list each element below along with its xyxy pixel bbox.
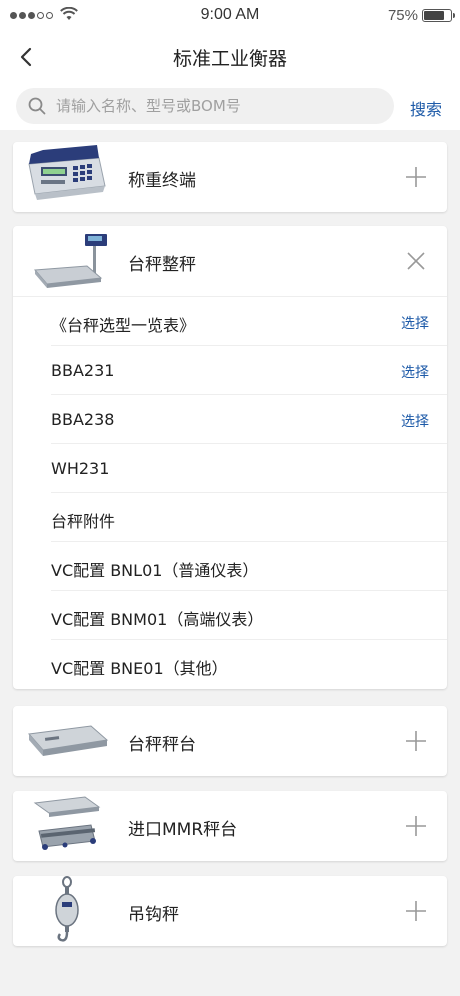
battery-percentage: 75%	[387, 7, 418, 24]
select-link[interactable]: 选择	[401, 411, 429, 431]
category-label: 台秤秤台	[128, 735, 196, 755]
category-header[interactable]: 吊钩秤	[13, 876, 447, 946]
search-input[interactable]	[56, 88, 386, 124]
category-card-platform-scale: 台秤整秤 《台秤选型一览表》 选择 BBA231 选择 BBA238 选择 WH…	[13, 226, 447, 689]
list-item[interactable]: 《台秤选型一览表》 选择	[51, 297, 447, 346]
plus-icon[interactable]	[405, 730, 427, 752]
hook-scale-image	[55, 876, 79, 942]
category-label: 台秤整秤	[128, 255, 196, 275]
list-item[interactable]: 台秤附件	[51, 493, 447, 542]
search-icon	[28, 97, 46, 115]
sub-item-list: 《台秤选型一览表》 选择 BBA231 选择 BBA238 选择 WH231 台…	[13, 296, 447, 689]
weighing-terminal-image	[28, 145, 106, 200]
plus-icon[interactable]	[405, 166, 427, 188]
item-label: WH231	[51, 459, 110, 478]
status-bar: 9:00 AM 75%	[0, 0, 460, 32]
plus-icon[interactable]	[405, 815, 427, 837]
list-item[interactable]: VC配置 BNL01（普通仪表）	[51, 542, 447, 591]
category-card-hook-scale: 吊钩秤	[13, 876, 447, 946]
item-label: VC配置 BNE01（其他）	[51, 659, 228, 678]
list-item[interactable]: BBA231 选择	[51, 346, 447, 395]
category-header[interactable]: 台秤秤台	[13, 706, 447, 776]
list-item[interactable]: BBA238 选择	[51, 395, 447, 444]
select-link[interactable]: 选择	[401, 362, 429, 382]
item-label: VC配置 BNL01（普通仪表）	[51, 561, 259, 580]
mmr-platform-image	[33, 796, 101, 850]
nav-header: 标准工业衡器	[0, 32, 460, 82]
category-header[interactable]: 台秤整秤	[13, 226, 447, 296]
item-label: BBA231	[51, 361, 115, 380]
scale-platform-image	[28, 725, 109, 756]
page-title: 标准工业衡器	[172, 48, 287, 70]
list-item[interactable]: VC配置 BNE01（其他）	[51, 640, 447, 689]
list-item[interactable]: VC配置 BNM01（高端仪表）	[51, 591, 447, 640]
category-header[interactable]: 进口MMR秤台	[13, 791, 447, 861]
item-label: 台秤附件	[51, 512, 116, 531]
plus-icon[interactable]	[405, 900, 427, 922]
platform-scale-image	[33, 234, 107, 288]
category-card-weighing-terminal: 称重终端	[13, 142, 447, 212]
search-button[interactable]: 搜索	[410, 96, 442, 120]
close-icon[interactable]	[405, 250, 427, 272]
item-label: 《台秤选型一览表》	[51, 316, 196, 335]
category-label: 吊钩秤	[128, 905, 179, 925]
search-box	[16, 88, 394, 124]
category-card-scale-platform: 台秤秤台	[13, 706, 447, 776]
item-label: VC配置 BNM01（高端仪表）	[51, 610, 264, 629]
list-item[interactable]: WH231	[51, 444, 447, 493]
category-header[interactable]: 称重终端	[13, 142, 447, 212]
category-label: 进口MMR秤台	[128, 820, 238, 840]
select-link[interactable]: 选择	[401, 313, 429, 333]
battery-icon	[422, 9, 455, 22]
category-label: 称重终端	[128, 171, 196, 191]
category-card-mmr-platform: 进口MMR秤台	[13, 791, 447, 861]
search-bar: 搜索	[0, 82, 460, 130]
item-label: BBA238	[51, 410, 115, 429]
